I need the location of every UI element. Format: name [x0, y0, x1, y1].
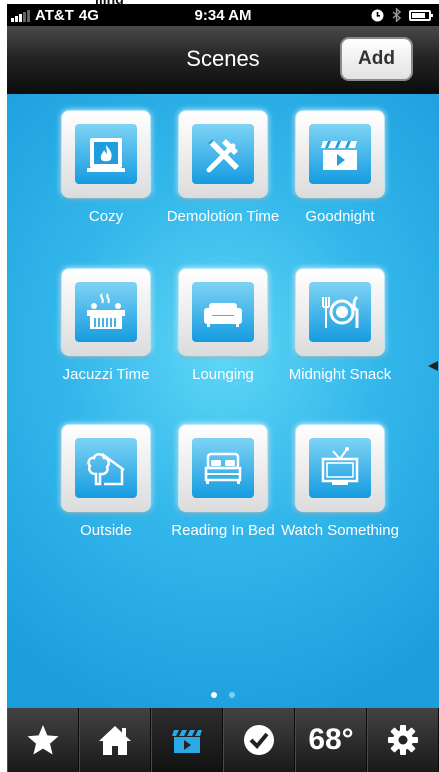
scene-midnight-snack[interactable]: Midnight Snack: [275, 268, 405, 385]
scene-lounging[interactable]: Lounging: [158, 268, 288, 385]
scenes-grid: Cozy Demolotion Time Goodnight Jacuzzi T…: [7, 94, 439, 708]
page-dot-2[interactable]: [229, 692, 235, 698]
scene-outside[interactable]: Outside: [41, 424, 171, 541]
scene-watch-something[interactable]: Watch Something: [275, 424, 405, 541]
tab-scenes[interactable]: [151, 708, 223, 772]
hot-tub-icon: [87, 293, 125, 329]
tab-checkmark[interactable]: [223, 708, 295, 772]
scene-label: Jacuzzi Time: [62, 366, 150, 383]
scene-jacuzzi-time[interactable]: Jacuzzi Time: [41, 268, 171, 385]
battery-fill: [412, 12, 425, 18]
star-icon: [27, 725, 59, 755]
scene-tile[interactable]: [61, 110, 151, 198]
tv-icon: [321, 447, 359, 485]
scene-tile[interactable]: [61, 424, 151, 512]
scene-tile[interactable]: [295, 110, 385, 198]
status-right: [371, 8, 433, 22]
scene-reading-in-bed[interactable]: Reading In Bed: [158, 424, 288, 541]
page-indicator[interactable]: [7, 692, 439, 698]
navigation-bar: Scenes Add: [7, 26, 439, 95]
scene-label: Reading In Bed: [171, 522, 275, 539]
scene-tile[interactable]: [178, 110, 268, 198]
clapperboard-icon: [321, 141, 357, 170]
scene-label: Outside: [80, 522, 132, 539]
page-dot-1[interactable]: [211, 692, 217, 698]
bluetooth-icon: [392, 8, 401, 22]
bed-icon: [204, 452, 242, 484]
scene-tile[interactable]: [295, 424, 385, 512]
fireplace-icon: [87, 138, 125, 172]
scene-tile[interactable]: [295, 268, 385, 356]
tab-settings[interactable]: [367, 708, 439, 772]
plate-utensils-icon: [322, 295, 359, 328]
temperature-label: 68°: [308, 723, 354, 756]
scene-goodnight[interactable]: Goodnight: [275, 110, 405, 227]
scene-tile[interactable]: [61, 268, 151, 356]
clock-icon: [371, 9, 384, 21]
scene-tile[interactable]: [178, 424, 268, 512]
scene-label: Demolotion Time: [166, 208, 280, 225]
bottom-tab-bar: 68°: [7, 708, 439, 772]
tab-home[interactable]: [79, 708, 151, 772]
check-circle-icon: [244, 725, 274, 755]
scene-label: Cozy: [88, 208, 124, 225]
scene-label: Goodnight: [305, 208, 375, 225]
tree-house-icon: [87, 452, 125, 486]
gear-icon: [388, 725, 418, 755]
scene-label: Midnight Snack: [288, 366, 392, 383]
scene-label: Lounging: [192, 366, 254, 383]
tools-icon: [206, 139, 239, 173]
scene-cozy[interactable]: Cozy: [41, 110, 171, 227]
scene-demolotion-time[interactable]: Demolotion Time: [158, 110, 288, 227]
side-arrow-pointer: [428, 361, 438, 371]
scene-label: Watch Something: [281, 522, 399, 539]
home-icon: [99, 726, 131, 755]
clapperboard-icon: [172, 730, 202, 753]
tab-favorites[interactable]: [7, 708, 79, 772]
scene-tile[interactable]: [178, 268, 268, 356]
battery-icon: [409, 9, 433, 21]
sofa-icon: [204, 303, 242, 327]
status-bar: AT&T 4G 9:34 AM: [7, 4, 439, 26]
tab-temperature[interactable]: 68°: [295, 708, 367, 772]
add-scene-button[interactable]: Add: [340, 37, 413, 81]
